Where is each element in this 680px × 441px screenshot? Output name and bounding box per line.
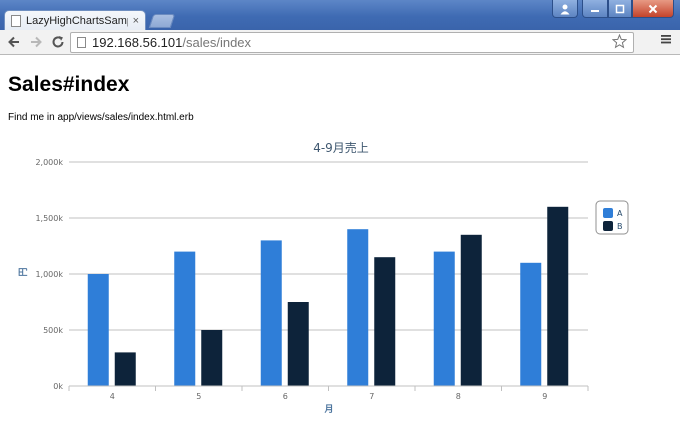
- browser-toolbar: 192.168.56.101/sales/index: [0, 30, 680, 55]
- bar-series-b-8: [460, 234, 482, 386]
- bar-series-a-4: [87, 274, 109, 386]
- x-tick-label: 8: [456, 392, 461, 401]
- window-controls: [552, 0, 674, 18]
- y-tick-label: 2,000k: [35, 158, 63, 167]
- forward-arrow-icon[interactable]: [25, 31, 47, 53]
- x-tick-label: 9: [542, 392, 547, 401]
- bar-series-a-8: [433, 251, 455, 386]
- legend-label-a: A: [617, 209, 623, 218]
- y-tick-label: 500k: [43, 326, 63, 335]
- chart-title: 4-9月売上: [313, 140, 369, 155]
- url-host: 192.168.56.101: [92, 35, 183, 50]
- reload-icon[interactable]: [47, 31, 69, 53]
- close-window-icon[interactable]: [632, 0, 674, 18]
- back-arrow-icon[interactable]: [3, 31, 25, 53]
- chart-legend: AB: [595, 200, 629, 235]
- new-tab-button[interactable]: [148, 14, 176, 28]
- bar-series-b-7: [374, 257, 396, 386]
- menu-icon[interactable]: [660, 32, 672, 49]
- tab-title: LazyHighChartsSample: [26, 15, 128, 27]
- sales-chart: 4-9月売上 0k 500k 1,000k 1,500k 2,000k 4 5 6 7 8 9 円…: [18, 140, 629, 415]
- page-title: Sales#index: [8, 73, 130, 96]
- bar-series-b-9: [547, 206, 569, 386]
- x-tick-label: 7: [369, 392, 374, 401]
- bar-series-b-5: [201, 330, 223, 386]
- maximize-icon[interactable]: [608, 0, 632, 18]
- bar-series-a-6: [260, 240, 282, 386]
- close-tab-icon[interactable]: ×: [133, 15, 139, 27]
- bar-series-a-5: [174, 251, 196, 386]
- y-tick-label: 0k: [53, 382, 63, 391]
- legend-swatch-a: [603, 208, 613, 218]
- address-bar[interactable]: 192.168.56.101/sales/index: [70, 32, 634, 53]
- bar-series-b-4: [114, 352, 136, 386]
- bar-series-b-6: [287, 302, 309, 386]
- page-icon: [77, 37, 86, 48]
- url-path: /sales/index: [182, 35, 252, 50]
- y-axis-ticks: 0k 500k 1,000k 1,500k 2,000k: [35, 158, 63, 391]
- legend-swatch-b: [603, 221, 613, 231]
- bar-series-a-7: [347, 229, 369, 386]
- x-tick-label: 6: [283, 392, 288, 401]
- x-tick-label: 5: [196, 392, 201, 401]
- user-icon[interactable]: [552, 0, 578, 18]
- x-axis-label: 月: [323, 404, 333, 415]
- window-titlebar: LazyHighChartsSample ×: [0, 0, 680, 31]
- chart-gridlines: [69, 161, 588, 387]
- minimize-icon[interactable]: [582, 0, 608, 18]
- browser-tab[interactable]: LazyHighChartsSample ×: [4, 10, 146, 31]
- page-icon: [11, 15, 21, 27]
- bar-series-a-9: [520, 262, 542, 386]
- legend-label-b: B: [617, 222, 623, 231]
- y-tick-label: 1,000k: [35, 270, 63, 279]
- page-note: Find me in app/views/sales/index.html.er…: [8, 112, 194, 123]
- x-axis: 4 5 6 7 8 9: [68, 385, 589, 401]
- y-axis-label: 円: [18, 267, 29, 276]
- x-tick-label: 4: [110, 392, 115, 401]
- bookmark-star-icon[interactable]: [611, 33, 628, 53]
- page-content: Sales#index Find me in app/views/sales/i…: [0, 56, 680, 441]
- chart-bars: [87, 206, 569, 386]
- y-tick-label: 1,500k: [35, 214, 63, 223]
